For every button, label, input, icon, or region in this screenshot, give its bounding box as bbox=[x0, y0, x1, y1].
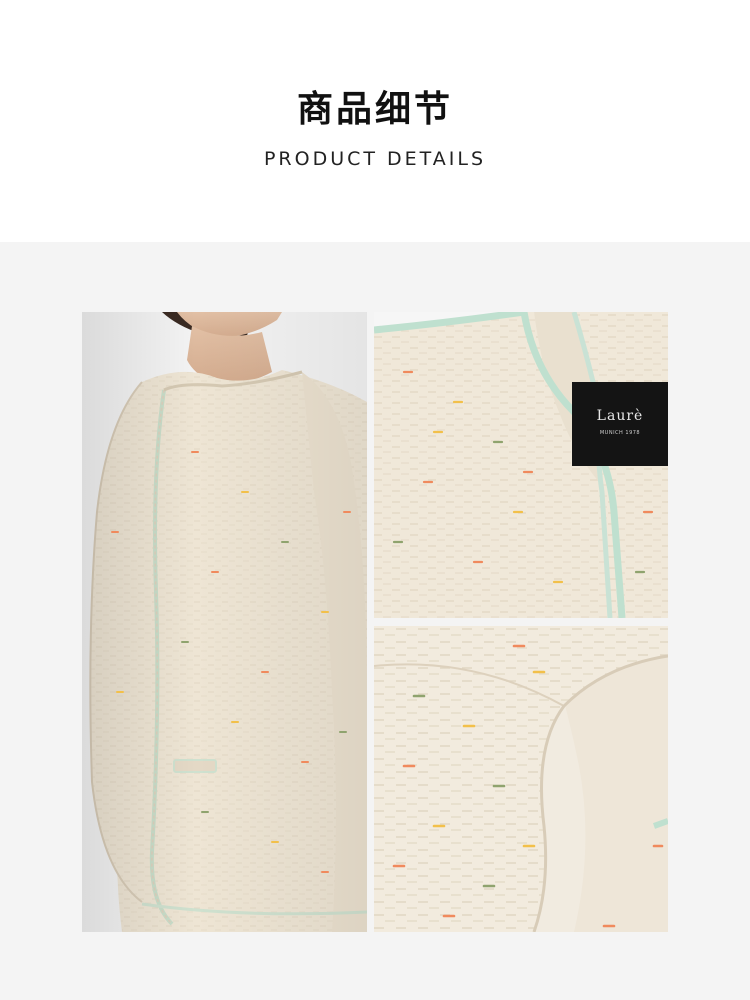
section-subtitle: PRODUCT DETAILS bbox=[263, 148, 487, 170]
brand-label-tag: Laurè MUNICH 1978 bbox=[572, 382, 668, 466]
model-jacket-photo bbox=[82, 312, 367, 932]
header: 商品细节 PRODUCT DETAILS bbox=[0, 0, 750, 242]
brand-label-name: Laurè bbox=[596, 408, 644, 424]
fabric-closeup-photo bbox=[374, 626, 668, 932]
brand-label-subtext: MUNICH 1978 bbox=[599, 430, 641, 436]
model-jacket-illustration bbox=[82, 312, 367, 932]
neckline-closeup-photo: Laurè MUNICH 1978 bbox=[374, 312, 668, 618]
section-title: 商品细节 bbox=[296, 89, 453, 130]
fabric-closeup-illustration bbox=[374, 626, 668, 932]
product-detail-gallery: Laurè MUNICH 1978 bbox=[0, 242, 750, 1000]
